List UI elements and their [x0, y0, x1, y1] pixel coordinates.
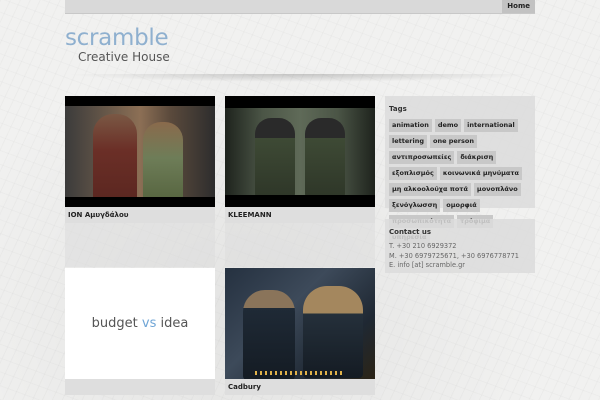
logo[interactable]: scramble Creative House: [65, 26, 170, 64]
logo-brand: scramble: [65, 25, 169, 51]
portfolio-thumbnail[interactable]: [225, 96, 375, 207]
thumbnail-text: budget vs idea: [91, 316, 189, 331]
tag-link[interactable]: κοινωνικά μηνύματα: [439, 167, 522, 180]
contact-phone: T. +30 210 6929372: [389, 242, 457, 250]
portfolio-thumbnail[interactable]: [65, 96, 215, 207]
tags-widget: Tags animation demo international lettering…: [385, 96, 535, 244]
portfolio-item-cadbury[interactable]: Cadbury: [225, 268, 375, 395]
tag-link[interactable]: animation: [389, 119, 432, 132]
tag-link[interactable]: εξοπλισμός: [389, 167, 437, 180]
header-divider: [65, 74, 535, 82]
portfolio-thumbnail[interactable]: [225, 268, 375, 379]
top-nav-bar: Home: [65, 0, 535, 14]
contact-email[interactable]: E. info [at] scramble.gr: [385, 261, 535, 271]
tag-link[interactable]: διάκριση: [457, 151, 497, 164]
tag-link[interactable]: ξενόγλωσση: [389, 199, 441, 212]
portfolio-title[interactable]: [65, 379, 215, 395]
tag-link[interactable]: demo: [434, 119, 462, 132]
portfolio-thumbnail[interactable]: budget vs idea: [65, 268, 215, 379]
tags-heading: Tags: [389, 105, 407, 113]
portfolio-item-kleemann[interactable]: KLEEMANN: [225, 96, 375, 267]
portfolio-title[interactable]: ION Αμυγδάλου: [65, 207, 215, 223]
contact-mobile: M. +30 6979725671, +30 6976778771: [389, 251, 519, 260]
contact-widget: Contact us T. +30 210 6929372 M. +30 697…: [385, 219, 535, 273]
tag-link[interactable]: αντιπροσωπείες: [389, 151, 455, 164]
tag-link[interactable]: μη αλκοολούχα ποτά: [389, 183, 471, 196]
tag-link[interactable]: lettering: [389, 135, 427, 148]
tag-link[interactable]: international: [464, 119, 518, 132]
portfolio-title[interactable]: KLEEMANN: [225, 207, 375, 223]
tag-link[interactable]: μονοπλάνο: [473, 183, 521, 196]
contact-heading: Contact us: [389, 228, 432, 236]
portfolio-meta: [65, 223, 215, 267]
portfolio-title[interactable]: Cadbury: [225, 379, 375, 395]
portfolio-meta: [225, 223, 375, 267]
portfolio-item-budget-vs-idea[interactable]: budget vs idea: [65, 268, 215, 395]
tag-link[interactable]: ομορφιά: [443, 199, 480, 212]
logo-tagline: Creative House: [78, 50, 170, 64]
portfolio-item-ion[interactable]: ION Αμυγδάλου: [65, 96, 215, 267]
tag-link[interactable]: one person: [429, 135, 477, 148]
nav-home-link[interactable]: Home: [502, 0, 535, 13]
